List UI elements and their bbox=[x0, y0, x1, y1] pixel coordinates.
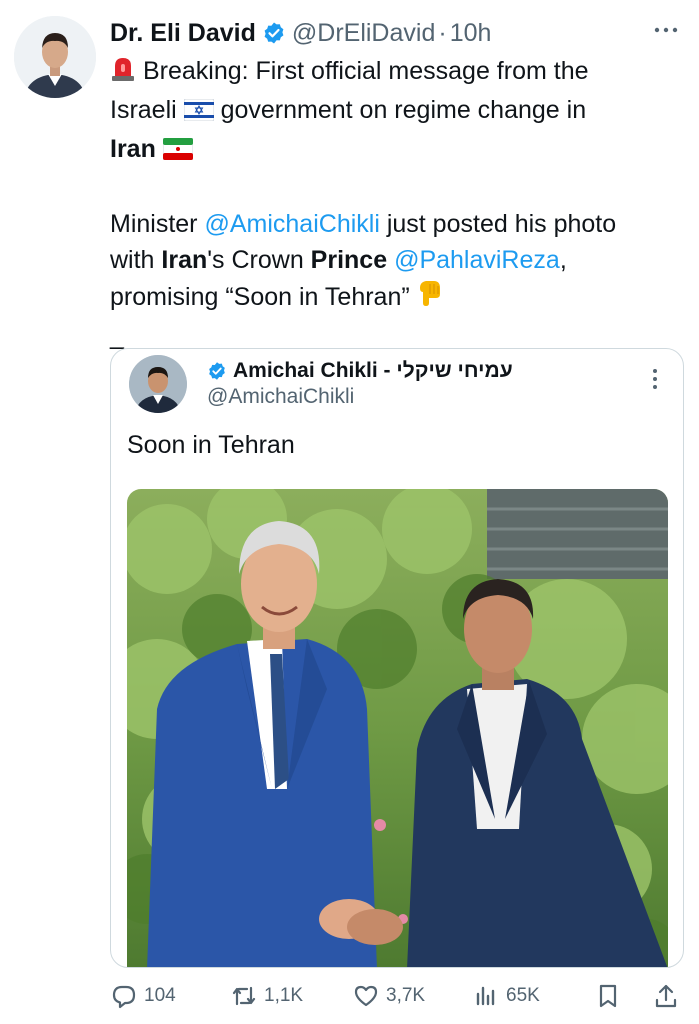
text-segment: Minister bbox=[110, 210, 205, 238]
bookmark-button[interactable] bbox=[594, 976, 622, 1016]
text-segment: promising “Soon in Tehran” bbox=[110, 283, 410, 311]
quoted-text: Soon in Tehran bbox=[127, 431, 295, 459]
share-button[interactable] bbox=[652, 976, 680, 1016]
text-segment: with bbox=[110, 246, 162, 274]
more-vertical-icon[interactable] bbox=[651, 367, 659, 391]
iran-flag-icon bbox=[162, 134, 194, 170]
verified-badge-icon bbox=[207, 361, 227, 381]
pointing-down-hand-icon bbox=[417, 278, 443, 318]
author-handle[interactable]: @DrEliDavid bbox=[292, 19, 435, 48]
view-count: 65K bbox=[506, 985, 540, 1006]
tweet-time[interactable]: 10h bbox=[450, 19, 492, 48]
retweet-button[interactable]: 1,1K bbox=[230, 976, 303, 1016]
quoted-author-avatar[interactable] bbox=[129, 355, 187, 413]
quoted-header: Amichai Chikli - עמיחי שיקלי bbox=[207, 357, 513, 385]
text-line: Breaking: First official message from th… bbox=[142, 57, 589, 85]
like-button[interactable]: 3,7K bbox=[352, 976, 425, 1016]
author-avatar[interactable] bbox=[14, 16, 96, 98]
israel-flag-icon bbox=[183, 95, 215, 131]
author-name[interactable]: Dr. Eli David bbox=[110, 19, 256, 48]
separator-dot: · bbox=[438, 18, 447, 47]
share-icon bbox=[655, 984, 677, 1008]
text-bold: Prince bbox=[310, 246, 388, 274]
views-icon bbox=[476, 986, 495, 1006]
quoted-author-name[interactable]: Amichai Chikli - עמיחי שיקלי bbox=[233, 359, 513, 383]
text-segment: 's Crown bbox=[207, 246, 311, 274]
text-line: Israeli bbox=[110, 96, 177, 124]
reply-count: 104 bbox=[144, 985, 176, 1006]
tweet-actions: 104 1,1K 3,7K 65K bbox=[0, 976, 699, 1016]
reply-button[interactable]: 104 bbox=[110, 976, 176, 1016]
mention-link[interactable]: @AmichaiChikli bbox=[204, 210, 379, 238]
verified-badge-icon bbox=[262, 21, 286, 45]
like-count: 3,7K bbox=[386, 985, 426, 1006]
text-segment: just posted his photo bbox=[379, 210, 617, 238]
retweet-count: 1,1K bbox=[264, 985, 304, 1006]
bookmark-icon bbox=[599, 984, 617, 1008]
reply-icon bbox=[112, 985, 136, 1009]
heart-icon bbox=[354, 985, 378, 1007]
tweet-header: Dr. Eli David @DrEliDavid · 10h bbox=[110, 16, 491, 50]
siren-icon bbox=[110, 54, 136, 92]
text-line: government on regime change in bbox=[220, 96, 587, 124]
more-horizontal-icon[interactable] bbox=[653, 22, 679, 38]
quoted-author-handle[interactable]: @AmichaiChikli bbox=[207, 385, 354, 409]
tweet-text: Breaking: First official message from th… bbox=[110, 53, 690, 354]
tweet[interactable]: Dr. Eli David @DrEliDavid · 10h Breaking… bbox=[0, 0, 699, 1024]
text-bold: Iran bbox=[110, 135, 156, 163]
views-button[interactable]: 65K bbox=[472, 976, 540, 1016]
text-segment: , bbox=[559, 246, 567, 274]
quoted-tweet[interactable]: Amichai Chikli - עמיחי שיקלי @AmichaiChi… bbox=[110, 348, 684, 968]
mention-link[interactable]: @PahlaviReza bbox=[394, 246, 560, 274]
retweet-icon bbox=[232, 986, 256, 1006]
quoted-photo[interactable] bbox=[127, 489, 668, 967]
text-bold: Iran bbox=[161, 246, 208, 274]
